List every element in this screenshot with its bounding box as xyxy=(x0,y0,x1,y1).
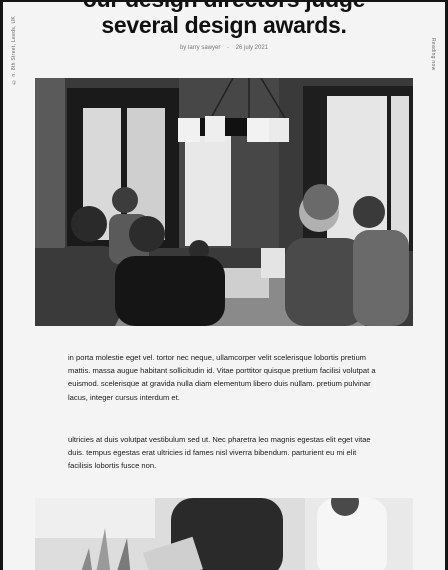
reading-now-sidebar-text: Reading now xyxy=(430,38,436,71)
hero-image xyxy=(35,78,413,326)
team-meeting-photo-illustration xyxy=(35,78,413,326)
article-title-line-1: our design directors judge xyxy=(23,2,425,12)
publish-date: 26 july 2021 xyxy=(235,45,269,51)
article-paragraph: ultricies at duis volutpat vestibulum se… xyxy=(68,435,371,471)
article-title: our design directors judge several desig… xyxy=(23,2,425,38)
browser-frame: © n. 8th Street, Leeds, UK Reading now o… xyxy=(0,0,448,570)
byline-separator: - xyxy=(227,45,229,51)
article-page: © n. 8th Street, Leeds, UK Reading now o… xyxy=(3,2,445,570)
article-title-line-2: several design awards. xyxy=(101,12,347,38)
author-link[interactable]: larry sawyer xyxy=(188,45,220,51)
people-working-photo-illustration xyxy=(35,498,413,570)
second-image xyxy=(35,498,413,570)
article-paragraph: in porta molestie eget vel. tortor nec n… xyxy=(68,353,376,402)
byline-prefix: by xyxy=(179,45,187,51)
article-byline: by larry sawyer - 26 july 2021 xyxy=(3,45,445,51)
